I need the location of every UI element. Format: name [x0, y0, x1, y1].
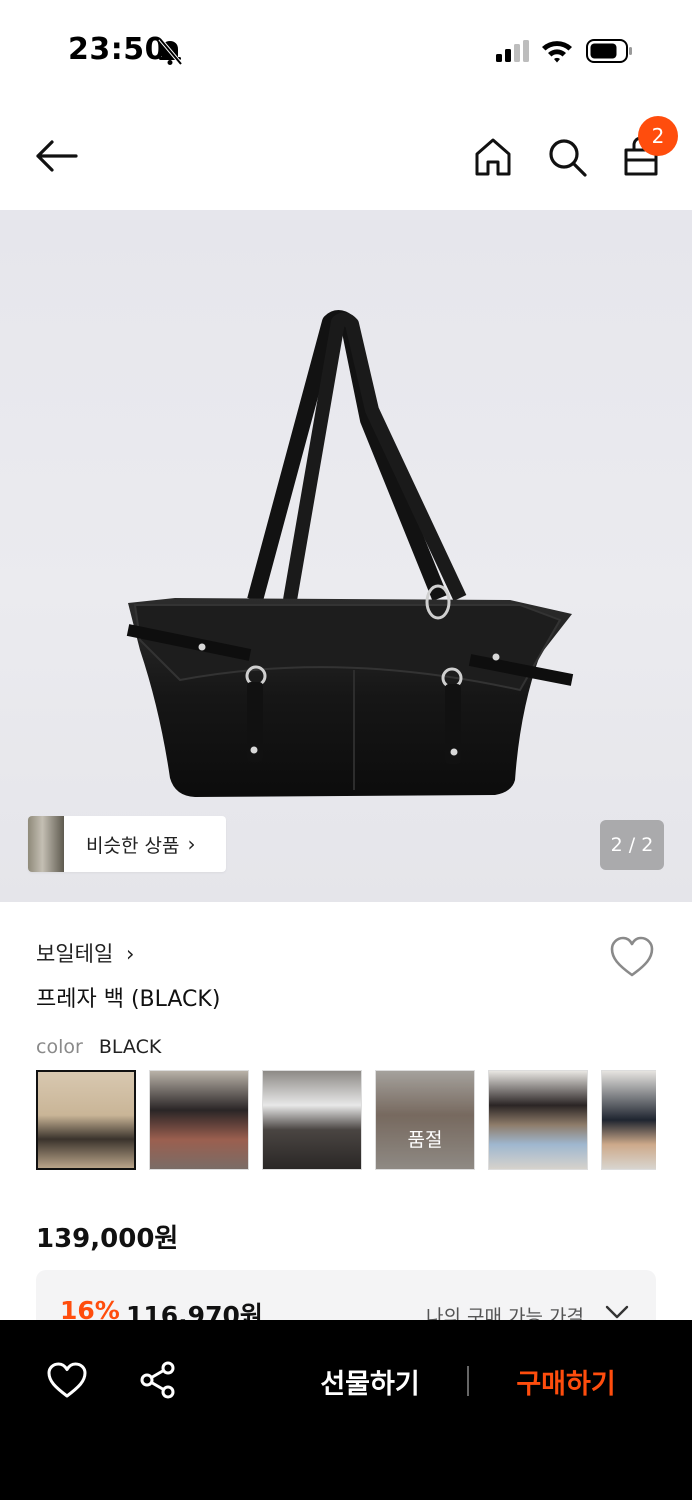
divider: [467, 1366, 469, 1396]
share-icon[interactable]: [138, 1360, 178, 1400]
swatch-item[interactable]: [36, 1070, 136, 1170]
product-title: 프레자 백 (BLACK): [36, 987, 221, 1012]
swatch-item[interactable]: [149, 1070, 249, 1170]
chevron-right-icon: ›: [187, 832, 196, 856]
sold-out-label: 품절: [376, 1071, 474, 1169]
similar-products-button[interactable]: 비슷한 상품 ›: [28, 816, 226, 872]
brand-link[interactable]: 보일테일 ›: [36, 938, 134, 968]
swatch-item[interactable]: [601, 1070, 656, 1170]
color-row: color BLACK: [36, 1036, 161, 1058]
top-navigation: 2: [0, 100, 692, 210]
status-time: 23:50: [68, 32, 166, 67]
swatch-item[interactable]: [488, 1070, 588, 1170]
original-price: 139,000원: [36, 1224, 179, 1254]
status-bar: 23:50: [0, 0, 692, 100]
swatch-item[interactable]: [262, 1070, 362, 1170]
buy-button[interactable]: 구매하기: [488, 1362, 644, 1401]
product-image[interactable]: 비슷한 상품 › 2 / 2: [0, 210, 692, 902]
image-page-indicator: 2 / 2: [600, 820, 664, 870]
heart-icon[interactable]: [46, 1360, 88, 1400]
similar-products-label: 비슷한 상품: [86, 834, 180, 857]
battery-icon: [586, 39, 632, 63]
search-icon[interactable]: [544, 134, 590, 180]
chevron-down-icon: [605, 1305, 629, 1319]
home-icon[interactable]: [470, 134, 516, 180]
bottom-action-bar: 선물하기 구매하기: [0, 1320, 692, 1500]
signal-icon: [496, 40, 529, 62]
wifi-icon: [542, 41, 572, 63]
heart-icon[interactable]: [608, 934, 656, 980]
cart-count-badge: 2: [638, 116, 678, 156]
bell-off-icon: [158, 37, 183, 66]
chevron-right-icon: ›: [125, 942, 135, 966]
product-photo-bag: [126, 310, 574, 797]
swatch-list: 품절: [36, 1070, 656, 1170]
brand-name: 보일테일: [36, 942, 114, 966]
back-arrow-icon[interactable]: [30, 136, 82, 176]
similar-products-thumbnail: [28, 816, 64, 872]
color-label: color: [36, 1036, 83, 1058]
gift-button[interactable]: 선물하기: [290, 1362, 450, 1401]
swatch-item[interactable]: 품절: [375, 1070, 475, 1170]
color-value: BLACK: [98, 1036, 162, 1058]
